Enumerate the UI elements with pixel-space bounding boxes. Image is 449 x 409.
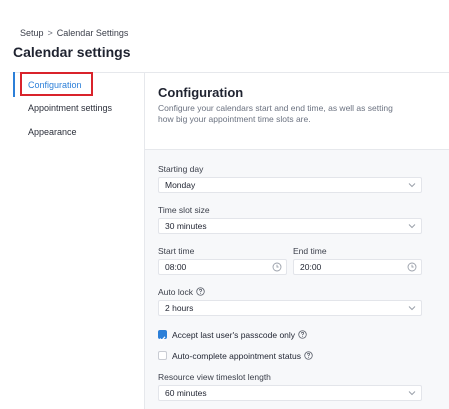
auto-lock-label-text: Auto lock [158,287,193,297]
active-indicator [13,72,15,97]
auto-lock-value: 2 hours [165,303,194,313]
help-circle-icon[interactable] [196,287,205,296]
checkmark-icon [159,336,166,342]
breadcrumb-separator: > [47,28,53,38]
breadcrumb: Setup > Calendar Settings [20,28,128,38]
start-time-label: Start time [158,246,195,256]
chevron-down-icon [408,224,416,229]
main-panel: Configuration Configure your calendars s… [145,72,449,409]
help-circle-icon[interactable] [304,351,313,360]
end-time-value: 20:00 [300,262,322,272]
starting-day-label: Starting day [158,164,204,174]
resource-view-value: 60 minutes [165,388,207,398]
start-time-value: 08:00 [165,262,187,272]
start-time-input[interactable]: 08:00 [158,259,287,275]
chevron-down-icon [408,183,416,188]
sidebar-item-configuration[interactable]: Configuration [28,80,82,90]
main-divider [145,72,449,73]
accept-passcode-label: Accept last user's passcode only [172,330,307,340]
end-time-input[interactable]: 20:00 [293,259,422,275]
accept-passcode-label-text: Accept last user's passcode only [172,330,296,340]
auto-lock-select[interactable]: 2 hours [158,300,422,316]
page-title: Calendar settings [13,44,131,60]
time-slot-size-value: 30 minutes [165,221,207,231]
sidebar-item-appearance[interactable]: Appearance [28,127,77,137]
breadcrumb-current: Calendar Settings [56,28,129,38]
breadcrumb-root[interactable]: Setup [20,28,44,38]
auto-complete-checkbox[interactable] [158,351,167,360]
clock-icon[interactable] [407,262,417,272]
auto-complete-label-text: Auto-complete appointment status [172,351,301,361]
end-time-label: End time [293,246,327,256]
resource-view-select[interactable]: 60 minutes [158,385,422,401]
section-description: Configure your calendars start and end t… [158,103,393,124]
accept-passcode-checkbox[interactable] [158,330,167,342]
resource-view-label: Resource view timeslot length [158,372,271,382]
time-slot-size-select[interactable]: 30 minutes [158,218,422,234]
help-circle-icon[interactable] [298,330,307,339]
configuration-form: Starting day Monday Time slot size 30 mi… [145,150,449,409]
starting-day-select[interactable]: Monday [158,177,422,193]
sidebar: Configuration Appointment settings Appea… [13,72,145,409]
starting-day-value: Monday [165,180,196,190]
sidebar-item-appointment-settings[interactable]: Appointment settings [28,103,112,113]
clock-icon[interactable] [272,262,282,272]
section-title: Configuration [158,85,244,100]
auto-complete-label: Auto-complete appointment status [172,351,313,361]
chevron-down-icon [408,306,416,311]
chevron-down-icon [408,391,416,396]
time-slot-size-label: Time slot size [158,205,210,215]
auto-lock-label: Auto lock [158,287,205,297]
